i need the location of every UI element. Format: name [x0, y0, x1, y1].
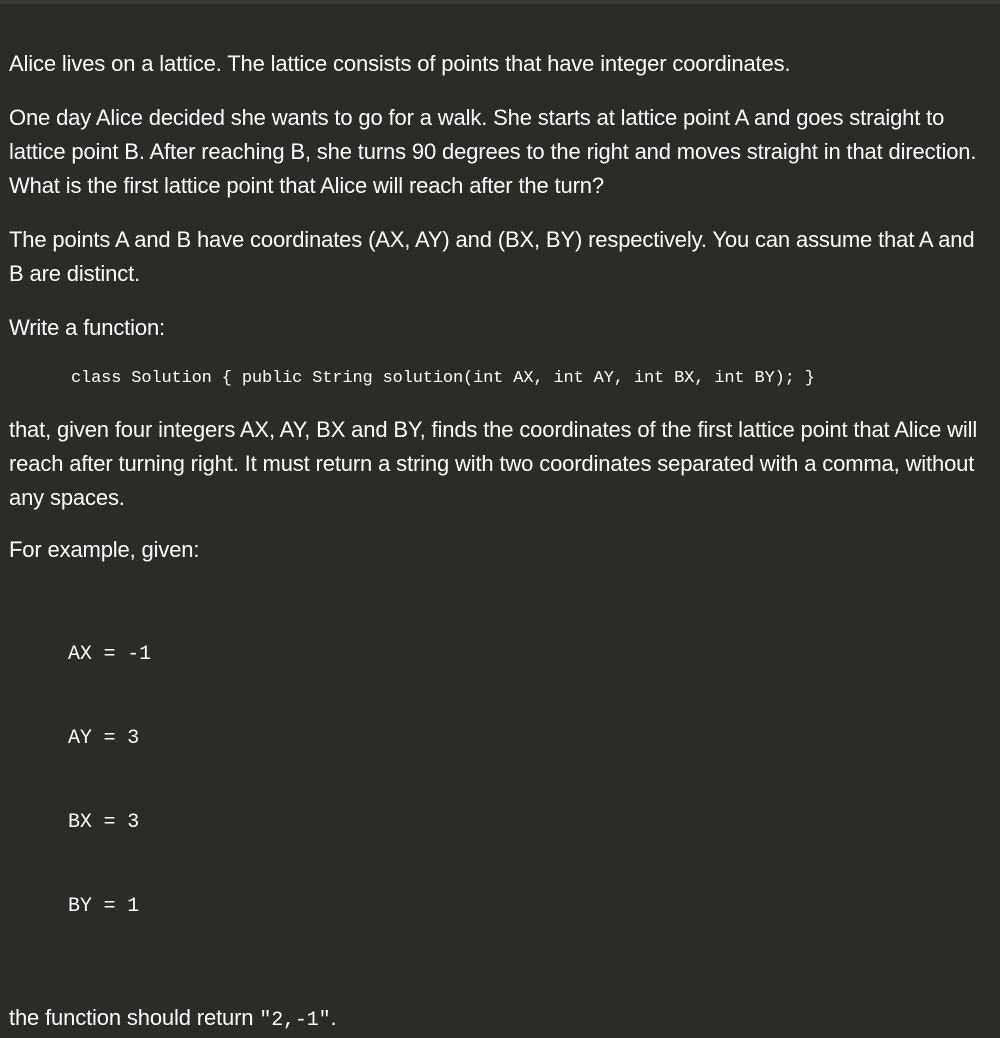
function-signature-code: class Solution { public String solution(… — [71, 369, 815, 388]
example-values: AX = -1 AY = 3 BX = 3 BY = 1 — [68, 585, 994, 977]
example-value-bx: BX = 3 — [68, 811, 140, 834]
return-suffix: . — [330, 1005, 337, 1030]
top-border — [0, 0, 1000, 4]
return-value-code: "2,-1" — [259, 1009, 331, 1032]
problem-statement: Alice lives on a lattice. The lattice co… — [9, 47, 994, 1038]
coordinates-paragraph: The points A and B have coordinates (AX,… — [9, 227, 975, 286]
write-function-paragraph: Write a function: — [9, 315, 166, 340]
example-value-ax: AX = -1 — [68, 643, 151, 666]
example-value-by: BY = 1 — [68, 895, 140, 918]
task-paragraph: that, given four integers AX, AY, BX and… — [9, 417, 978, 510]
walk-paragraph: One day Alice decided she wants to go fo… — [9, 105, 977, 198]
example-intro-paragraph: For example, given: — [9, 537, 200, 562]
return-paragraph: the function should return "2,-1". — [9, 1001, 994, 1038]
example-value-ay: AY = 3 — [68, 727, 140, 750]
intro-paragraph: Alice lives on a lattice. The lattice co… — [9, 51, 791, 76]
return-prefix: the function should return — [9, 1005, 260, 1030]
